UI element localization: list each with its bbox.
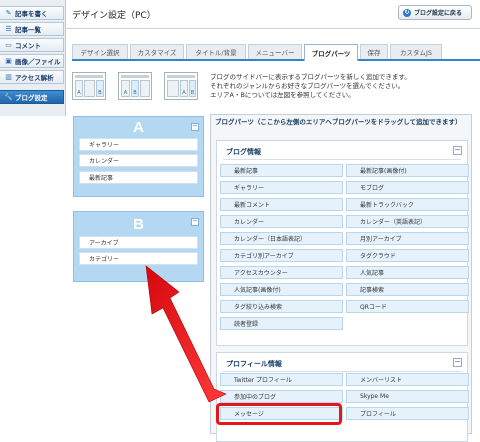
layout-label-b: B <box>98 90 102 96</box>
part-twitter-profile[interactable]: Twitter プロフィール <box>220 373 343 386</box>
area-a-title: A <box>133 118 144 136</box>
comment-icon: ▭ <box>5 41 12 49</box>
part-post-search[interactable]: 記事検索 <box>346 283 469 296</box>
layout-label-a: A <box>182 90 186 96</box>
tab-label: カスタムJS <box>399 49 433 57</box>
intro-text: ブログのサイドバーに表示するブログパーツを新しく追加できます。 それぞれのジャン… <box>210 73 472 100</box>
layout-label-b: B <box>190 90 195 96</box>
collapse-icon[interactable]: − <box>191 218 199 226</box>
highlight-box <box>216 403 342 425</box>
sidebar-item-label: 記事一覧 <box>15 26 41 34</box>
part-profile[interactable]: プロフィール <box>346 407 469 420</box>
part-tag-cloud[interactable]: タグクラウド <box>346 249 469 262</box>
intro-line: ブログのサイドバーに表示するブログパーツを新しく追加できます。 <box>210 73 411 81</box>
sidebar-item-blog-settings[interactable]: 🔧 ブログ設定 <box>0 90 64 104</box>
tab-label: メニューバー <box>255 49 295 57</box>
blog-parts-panel: ブログパーツ（ここから左側のエリアへブログパーツをドラッグして追加できます） ブ… <box>210 114 472 442</box>
part-calendar-japanese[interactable]: カレンダー（日本語表記） <box>220 232 343 245</box>
part-gallery[interactable]: ギャラリー <box>220 181 343 194</box>
tab-custom-js[interactable]: カスタムJS <box>390 44 442 59</box>
sidebar-item-post-list[interactable]: ☰ 記事一覧 <box>0 22 64 36</box>
area-b-title: B <box>133 215 144 233</box>
back-button-label: ブログ設定に戻る <box>414 10 463 17</box>
parts-panel-title: ブログパーツ（ここから左側のエリアへブログパーツをドラッグして追加できます） <box>215 118 462 126</box>
chart-icon: ▥ <box>5 73 12 81</box>
part-tag-filter-search[interactable]: タグ絞り込み検索 <box>220 300 343 313</box>
part-access-counter[interactable]: アクセスカウンター <box>220 266 343 279</box>
group-title: プロフィール情報 <box>226 360 282 368</box>
tab-title-background[interactable]: タイトル/背景 <box>186 44 246 59</box>
intro-line: それぞれのジャンルからお好きなブログパーツを選んでください。 <box>210 82 405 90</box>
part-calendar[interactable]: カレンダー <box>220 215 343 228</box>
sidebar-item-analytics[interactable]: ▥ アクセス解析 <box>0 70 64 84</box>
part-joined-blogs[interactable]: 参加中のブログ <box>220 390 343 403</box>
layout-diagram-2col-left: A B <box>164 72 198 100</box>
layout-label-a: A <box>123 90 128 96</box>
sidebar-item-label: ブログ設定 <box>15 94 48 102</box>
area-part-category[interactable]: カテゴリー <box>79 252 198 265</box>
group-blog-info: ブログ情報 − 最新記事 最新記事(画像付) ギャラリー モブログ 最新コメント… <box>216 140 469 346</box>
tab-menubar[interactable]: メニューバー <box>248 44 302 59</box>
pencil-icon: ✎ <box>5 9 12 17</box>
layout-diagram-3col: A B <box>72 72 106 100</box>
wrench-icon: 🔧 <box>4 93 13 101</box>
page-title: デザイン設定（PC） <box>72 11 156 21</box>
tab-label: タイトル/背景 <box>195 49 237 57</box>
intro-line: エリアA・Bについては左図を参照してください。 <box>210 91 355 99</box>
list-icon: ☰ <box>5 25 12 33</box>
sidebar-item-images-files[interactable]: ▣ 画像／ファイル <box>0 54 64 68</box>
layout-label-a: A <box>77 90 81 96</box>
header-divider <box>66 28 480 29</box>
part-skype-me[interactable]: Skype Me <box>346 390 469 403</box>
tab-design-select[interactable]: デザイン選択 <box>72 44 128 59</box>
refresh-icon: ↻ <box>403 8 411 17</box>
area-part-calendar[interactable]: カレンダー <box>79 154 198 167</box>
tab-label: カスタマイズ <box>137 49 177 57</box>
tab-customize[interactable]: カスタマイズ <box>130 44 184 59</box>
collapse-icon[interactable]: − <box>191 123 199 131</box>
layout-diagram-2col-right: A B <box>118 72 152 100</box>
group-title: ブログ情報 <box>226 148 261 156</box>
collapse-icon[interactable]: − <box>453 146 462 155</box>
area-part-latest-posts[interactable]: 最新記事 <box>79 171 198 184</box>
sidebar-item-label: 画像／ファイル <box>15 58 61 66</box>
back-to-settings-button[interactable]: ↻ ブログ設定に戻る <box>398 5 472 20</box>
part-member-list[interactable]: メンバーリスト <box>346 373 469 386</box>
layout-label-b: B <box>133 90 137 96</box>
tab-label: 保存 <box>367 49 381 57</box>
sidebar-item-write-post[interactable]: ✎ 記事を書く <box>0 6 64 20</box>
tab-save[interactable]: 保存 <box>360 44 388 59</box>
part-latest-posts[interactable]: 最新記事 <box>220 164 343 177</box>
tab-blog-parts[interactable]: ブログパーツ <box>304 44 358 61</box>
collapse-icon[interactable]: − <box>453 358 462 367</box>
part-reader-registration[interactable]: 読者登録 <box>220 317 343 330</box>
sidebar-item-label: 記事を書く <box>15 10 48 18</box>
area-part-gallery[interactable]: ギャラリー <box>79 138 198 151</box>
part-monthly-archive[interactable]: 月別アーカイブ <box>346 232 469 245</box>
image-icon: ▣ <box>5 57 12 65</box>
part-popular-posts[interactable]: 人気記事 <box>346 266 469 279</box>
tab-bar: デザイン選択 カスタマイズ タイトル/背景 メニューバー ブログパーツ 保存 カ… <box>72 44 480 61</box>
part-popular-posts-image[interactable]: 人気記事(画像付) <box>220 283 343 296</box>
sidebar-item-comments[interactable]: ▭ コメント <box>0 38 64 52</box>
tab-label: デザイン選択 <box>80 49 120 57</box>
sidebar-item-label: コメント <box>15 42 41 50</box>
sidebar-item-label: アクセス解析 <box>15 74 54 82</box>
part-latest-comments[interactable]: 最新コメント <box>220 198 343 211</box>
area-part-archive[interactable]: アーカイブ <box>79 236 198 249</box>
part-moblog[interactable]: モブログ <box>346 181 469 194</box>
sidebar: ✎ 記事を書く ☰ 記事一覧 ▭ コメント ▣ 画像／ファイル ▥ アクセス解析… <box>0 0 66 116</box>
part-qr-code[interactable]: QRコード <box>346 300 469 313</box>
part-category-archive[interactable]: カテゴリ別アーカイブ <box>220 249 343 262</box>
area-a[interactable]: A − ギャラリー カレンダー 最新記事 <box>73 116 204 197</box>
part-latest-posts-image[interactable]: 最新記事(画像付) <box>346 164 469 177</box>
part-latest-trackbacks[interactable]: 最新トラックバック <box>346 198 469 211</box>
tab-label: ブログパーツ <box>311 50 351 58</box>
part-calendar-english[interactable]: カレンダー（英語表記） <box>346 215 469 228</box>
area-b[interactable]: B − アーカイブ カテゴリー <box>73 211 204 282</box>
